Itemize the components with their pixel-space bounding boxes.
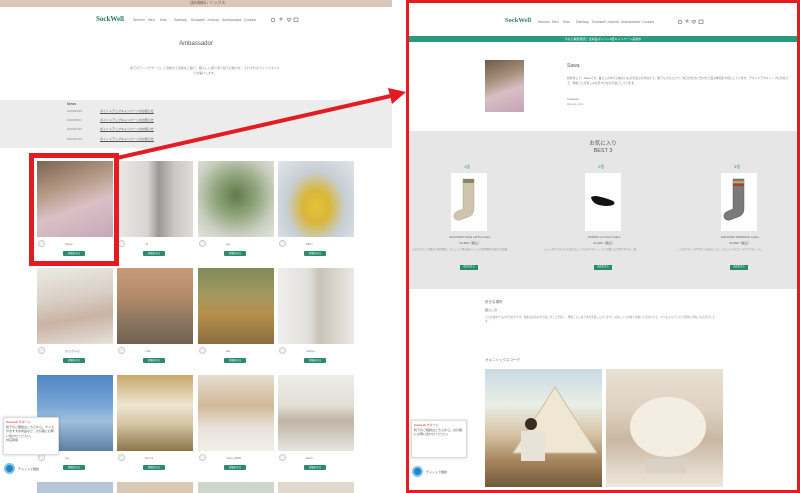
product-price: ¥1,650（税込） [459, 241, 481, 245]
site-logo[interactable]: SockWell [505, 17, 531, 24]
sock-closeup-illustration [630, 397, 706, 473]
product-price: ¥1,320（税込） [593, 241, 615, 245]
nav-journal[interactable]: Journal [607, 20, 618, 24]
product-name[interactable]: ELEVATED ROMANCE Ladies [695, 235, 785, 239]
nav-women[interactable]: Women [538, 20, 550, 24]
chat-launcher-icon[interactable] [412, 466, 423, 477]
nav-kids[interactable]: Kids [563, 20, 570, 24]
cart-icon[interactable] [698, 19, 704, 24]
chat-body: 靴下のご相談はこちらから。お気軽にお問い合わせください。 [414, 427, 463, 437]
nav-ambassador[interactable]: Ambassador [621, 20, 641, 24]
coordinate-photo[interactable] [485, 369, 602, 487]
chat-popup[interactable]: Sockwell サポート 靴下のご相談はこちらから。お気軽にお問い合わせくださ… [411, 420, 467, 458]
tent-illustration [512, 386, 598, 461]
chat-label[interactable]: チャットで相談 [426, 470, 447, 474]
instagram-link[interactable]: Instagram [567, 97, 579, 101]
product-name[interactable]: ELEVATED SOLE LATTE Ladies [425, 235, 515, 239]
nav-men[interactable]: Men [552, 20, 559, 24]
product-image[interactable] [721, 173, 757, 231]
product-button[interactable]: 商品を見る [460, 265, 478, 270]
heart-icon[interactable] [691, 19, 697, 24]
favorites-subtitle: BEST 3 [593, 148, 613, 154]
favorites-title: お気に入り [589, 141, 617, 147]
product-price: ¥1,650（税込） [729, 241, 751, 245]
rank-label: 1位 [464, 164, 471, 169]
nav-sockwell[interactable]: Sockwell [592, 20, 606, 24]
product-description: ふんわりとした履き心地が魅力。クッション性の高いソールで長時間の外出でも快適。 [412, 248, 510, 251]
header-icons [677, 19, 704, 25]
favorites-section: お気に入り BEST 3 1位 ELEVATED SOLE LATTE Ladi… [409, 131, 797, 289]
profile-bio: 初めまして！Sawaです。暮らしの中で心地よいものを選ぶのが好きで、靴下もそのひ… [567, 76, 789, 85]
coordinate-label: オキニソックスコーデ [485, 358, 520, 362]
search-icon[interactable] [677, 19, 683, 25]
product-description: レトロなラインがかわいいお気に入り。カジュアルなコーデのアクセントに。 [677, 248, 765, 251]
rank-label: 3位 [734, 164, 741, 169]
product-name[interactable]: DOMINO cut Short Ladies [559, 235, 649, 239]
nav-sanitary[interactable]: Sanitary [576, 20, 589, 24]
product-image[interactable] [451, 173, 487, 231]
rank-label: 2位 [598, 164, 605, 169]
likes-label: 好きな場所 [485, 300, 503, 304]
product-button[interactable]: 商品を見る [730, 265, 748, 270]
nav-contact[interactable]: Contact [642, 20, 654, 24]
sock-icon [591, 196, 615, 206]
likes-text: 小さな旅をするのが大好きです。週末は自然の中で過ごすことが多く、季節ごとに違う景… [485, 316, 715, 324]
product-button[interactable]: 商品を見る [594, 265, 612, 270]
product-image[interactable] [585, 173, 621, 231]
coordinate-photo[interactable] [606, 369, 723, 487]
likes-subtitle: 暮らしの [485, 308, 498, 312]
sock-icon [453, 178, 475, 221]
account-icon[interactable] [685, 19, 689, 23]
ambassador-detail-page: SockWell Women Men Kids Sanitary Sockwel… [406, 0, 800, 493]
product-description: シューズからちらりと見えるシンプルなデザイン。どんな靴にも合わせやすい一足。 [544, 248, 639, 251]
arrow-head [388, 88, 406, 104]
instagram-handle[interactable]: @sawa_style [567, 102, 584, 106]
profile-name: Sawa [567, 63, 580, 69]
sock-icon [723, 178, 745, 221]
arrow-line [116, 93, 396, 160]
profile-photo [485, 60, 524, 112]
campaign-banner[interactable]: 今なら期間限定！全商品ポイント5倍キャンペーン実施中 [409, 36, 797, 42]
